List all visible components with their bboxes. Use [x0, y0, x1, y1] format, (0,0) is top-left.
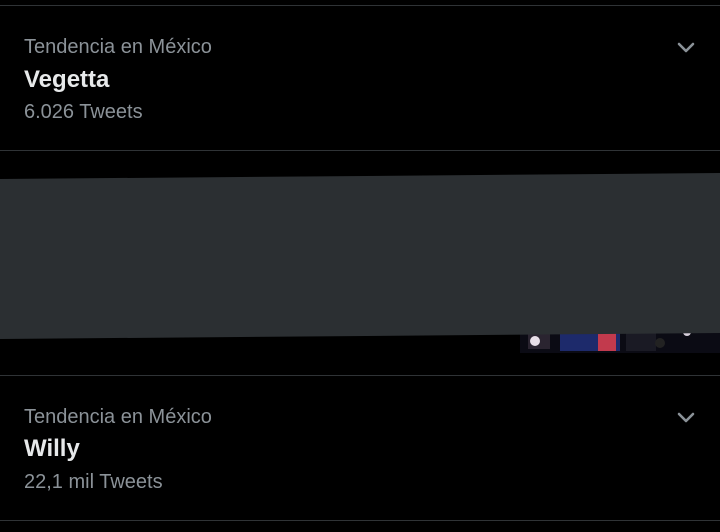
trend-tweet-count: 6.026 Tweets — [24, 101, 143, 123]
chevron-down-icon[interactable] — [672, 404, 700, 432]
media-preview[interactable] — [0, 151, 720, 375]
redacted-image — [0, 173, 720, 353]
chevron-down-icon[interactable] — [672, 34, 700, 62]
trend-name: Willy — [24, 435, 80, 462]
divider — [0, 520, 720, 521]
trend-context: Tendencia en México — [24, 36, 212, 58]
trends-list: Tendencia en México Vegetta 6.026 Tweets… — [0, 0, 720, 532]
trend-name: Vegetta — [24, 66, 110, 93]
trend-item-vegetta[interactable]: Tendencia en México Vegetta 6.026 Tweets — [0, 6, 720, 150]
trend-context: Tendencia en México — [24, 406, 212, 428]
trend-tweet-count: 22,1 mil Tweets — [24, 471, 163, 493]
trend-item-willy[interactable]: Tendencia en México Willy 22,1 mil Tweet… — [0, 376, 720, 520]
